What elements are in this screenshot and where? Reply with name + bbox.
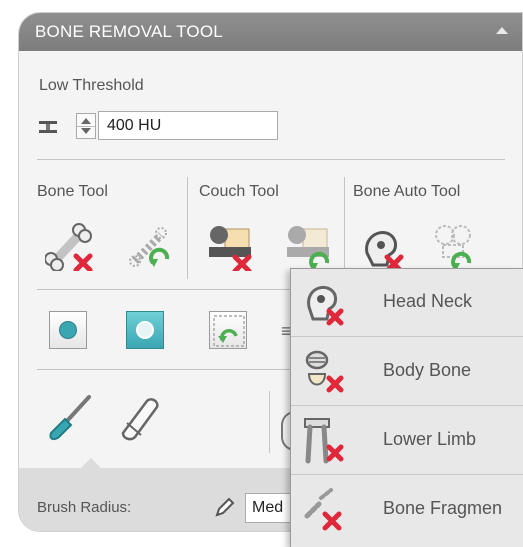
menu-label-body-bone: Body Bone [383, 360, 472, 380]
body-bone-remove-icon [301, 348, 349, 396]
divider [37, 159, 505, 160]
couch-remove-icon[interactable] [205, 221, 257, 271]
panel-titlebar[interactable]: BONE REMOVAL TOOL [19, 13, 522, 51]
menu-label-bone-fragment: Bone Fragmen [383, 498, 503, 518]
bone-auto-menu: Head Neck Body Bone Lower Limb Bone Frag… [290, 268, 523, 547]
circle-region-button[interactable] [49, 311, 87, 349]
panel-title: BONE REMOVAL TOOL [35, 22, 223, 41]
eraser-icon[interactable] [113, 393, 165, 443]
threshold-spinner[interactable] [76, 113, 96, 139]
brush-icon[interactable] [45, 391, 95, 443]
circle-icon [59, 321, 77, 339]
square-region-button[interactable] [126, 311, 164, 349]
spin-up-icon[interactable] [81, 118, 91, 124]
ring-icon [136, 321, 154, 339]
threshold-range-icon [39, 119, 57, 135]
menu-item-lower-limb[interactable]: Lower Limb [291, 407, 523, 475]
menu-label-head-neck: Head Neck [383, 291, 473, 311]
bone-fragment-remove-icon [301, 486, 349, 534]
bone-auto-undo-icon[interactable] [429, 221, 479, 271]
threshold-input[interactable] [98, 111, 278, 140]
menu-item-head-neck[interactable]: Head Neck [291, 269, 523, 337]
bone-remove-icon[interactable] [45, 223, 97, 271]
collapse-icon[interactable] [496, 27, 508, 34]
bone-auto-remove-icon[interactable] [359, 223, 411, 273]
region-undo-button[interactable] [209, 311, 247, 349]
bone-undo-icon[interactable] [127, 223, 175, 271]
menu-label-lower-limb: Lower Limb [383, 429, 477, 449]
brush-radius-label: Brush Radius: [37, 499, 132, 516]
bone-tool-label: Bone Tool [37, 183, 108, 200]
menu-item-bone-fragment[interactable]: Bone Fragmen [291, 476, 523, 544]
low-threshold-label: Low Threshold [39, 77, 144, 94]
head-neck-remove-icon [301, 279, 349, 327]
couch-tool-label: Couch Tool [199, 183, 279, 200]
menu-item-body-bone[interactable]: Body Bone [291, 338, 523, 406]
region-undo-icon [213, 315, 245, 347]
pen-icon [213, 497, 235, 519]
lower-limb-remove-icon [301, 417, 349, 465]
spin-down-icon[interactable] [81, 128, 91, 134]
bone-auto-tool-label: Bone Auto Tool [353, 183, 461, 200]
couch-undo-icon[interactable] [283, 221, 335, 271]
